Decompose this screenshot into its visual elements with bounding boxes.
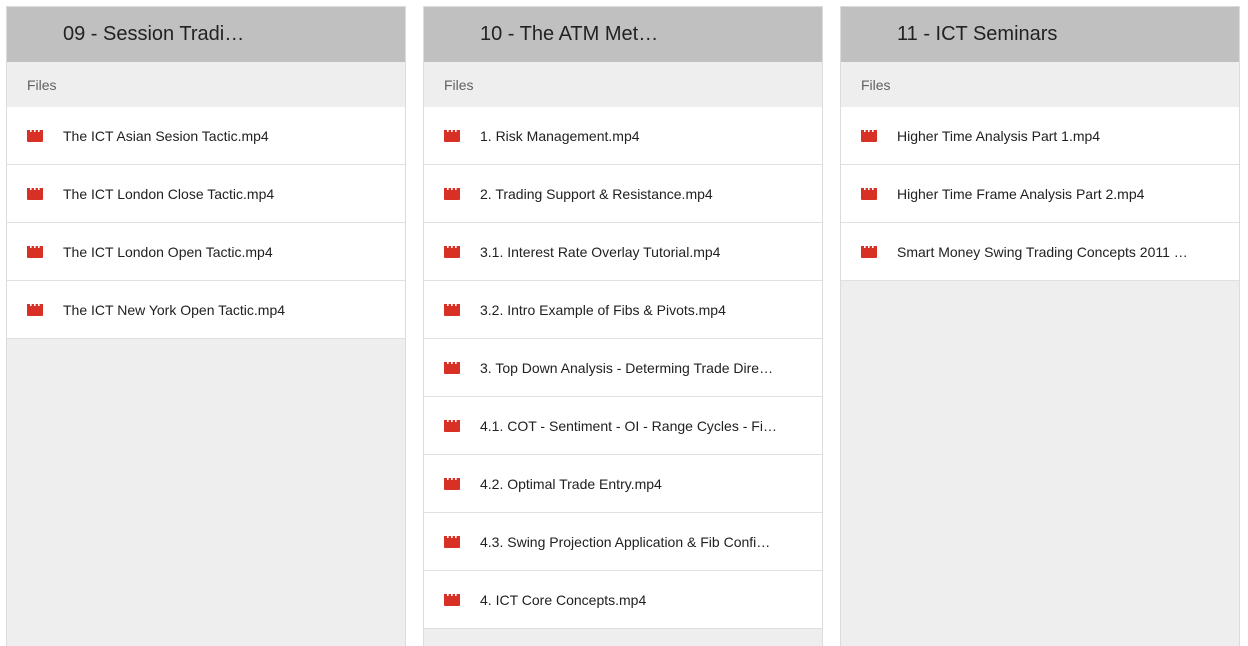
file-name: 3.1. Interest Rate Overlay Tutorial.mp4 — [480, 243, 721, 260]
video-clapperboard-icon — [444, 303, 460, 316]
file-name: The ICT London Open Tactic.mp4 — [63, 243, 273, 260]
file-name: 4.1. COT - Sentiment - OI - Range Cycles… — [480, 417, 780, 434]
file-row[interactable]: 4. ICT Core Concepts.mp4 — [424, 571, 822, 629]
file-name: Higher Time Analysis Part 1.mp4 — [897, 127, 1101, 144]
file-row[interactable]: 2. Trading Support & Resistance.mp4 — [424, 165, 822, 223]
file-list: 1. Risk Management.mp4 2. Trading Support… — [424, 107, 822, 629]
file-row[interactable]: The ICT Asian Sesion Tactic.mp4 — [7, 107, 405, 165]
file-list: The ICT Asian Sesion Tactic.mp4 The ICT L… — [7, 107, 405, 339]
files-section-label: Files — [841, 62, 1239, 107]
file-name: Higher Time Frame Analysis Part 2.mp4 — [897, 185, 1145, 202]
file-row[interactable]: 1. Risk Management.mp4 — [424, 107, 822, 165]
file-row[interactable]: Smart Money Swing Trading Concepts 2011 … — [841, 223, 1239, 281]
video-clapperboard-icon — [27, 303, 43, 316]
file-row[interactable]: 3. Top Down Analysis - Determing Trade D… — [424, 339, 822, 397]
folder-column-10: 10 - The ATM Met… Files 1. Risk Manageme… — [423, 6, 823, 646]
file-row[interactable]: 4.2. Optimal Trade Entry.mp4 — [424, 455, 822, 513]
video-clapperboard-icon — [861, 129, 877, 142]
file-row[interactable]: 4.1. COT - Sentiment - OI - Range Cycles… — [424, 397, 822, 455]
file-row[interactable]: 3.1. Interest Rate Overlay Tutorial.mp4 — [424, 223, 822, 281]
file-name: The ICT New York Open Tactic.mp4 — [63, 301, 286, 318]
video-clapperboard-icon — [444, 535, 460, 548]
file-name: Smart Money Swing Trading Concepts 2011 … — [897, 243, 1188, 260]
video-clapperboard-icon — [27, 245, 43, 258]
file-name: 4.2. Optimal Trade Entry.mp4 — [480, 475, 662, 492]
video-clapperboard-icon — [444, 593, 460, 606]
file-list: Higher Time Analysis Part 1.mp4 Higher Ti… — [841, 107, 1239, 281]
file-name: 2. Trading Support & Resistance.mp4 — [480, 185, 713, 202]
video-clapperboard-icon — [444, 477, 460, 490]
video-clapperboard-icon — [444, 187, 460, 200]
folder-column-11: 11 - ICT Seminars Files Higher Time Anal… — [840, 6, 1240, 646]
file-row[interactable]: The ICT London Open Tactic.mp4 — [7, 223, 405, 281]
folder-title[interactable]: 10 - The ATM Met… — [424, 7, 822, 62]
file-name: 3. Top Down Analysis - Determing Trade D… — [480, 359, 774, 376]
video-clapperboard-icon — [27, 187, 43, 200]
file-name: The ICT Asian Sesion Tactic.mp4 — [63, 127, 269, 144]
file-row[interactable]: Higher Time Analysis Part 1.mp4 — [841, 107, 1239, 165]
files-section-label: Files — [424, 62, 822, 107]
file-row[interactable]: Higher Time Frame Analysis Part 2.mp4 — [841, 165, 1239, 223]
file-row[interactable]: 3.2. Intro Example of Fibs & Pivots.mp4 — [424, 281, 822, 339]
file-row[interactable]: The ICT London Close Tactic.mp4 — [7, 165, 405, 223]
files-section-label: Files — [7, 62, 405, 107]
video-clapperboard-icon — [444, 245, 460, 258]
file-row[interactable]: The ICT New York Open Tactic.mp4 — [7, 281, 405, 339]
video-clapperboard-icon — [444, 361, 460, 374]
video-clapperboard-icon — [861, 187, 877, 200]
video-clapperboard-icon — [444, 129, 460, 142]
video-clapperboard-icon — [444, 419, 460, 432]
folder-title[interactable]: 09 - Session Tradi… — [7, 7, 405, 62]
folder-column-09: 09 - Session Tradi… Files The ICT Asian … — [6, 6, 406, 646]
file-name: 4.3. Swing Projection Application & Fib … — [480, 533, 771, 550]
file-row[interactable]: 4.3. Swing Projection Application & Fib … — [424, 513, 822, 571]
video-clapperboard-icon — [27, 129, 43, 142]
video-clapperboard-icon — [861, 245, 877, 258]
file-name: The ICT London Close Tactic.mp4 — [63, 185, 275, 202]
file-name: 1. Risk Management.mp4 — [480, 127, 640, 144]
file-name: 3.2. Intro Example of Fibs & Pivots.mp4 — [480, 301, 726, 318]
file-name: 4. ICT Core Concepts.mp4 — [480, 591, 647, 608]
folder-title[interactable]: 11 - ICT Seminars — [841, 7, 1239, 62]
